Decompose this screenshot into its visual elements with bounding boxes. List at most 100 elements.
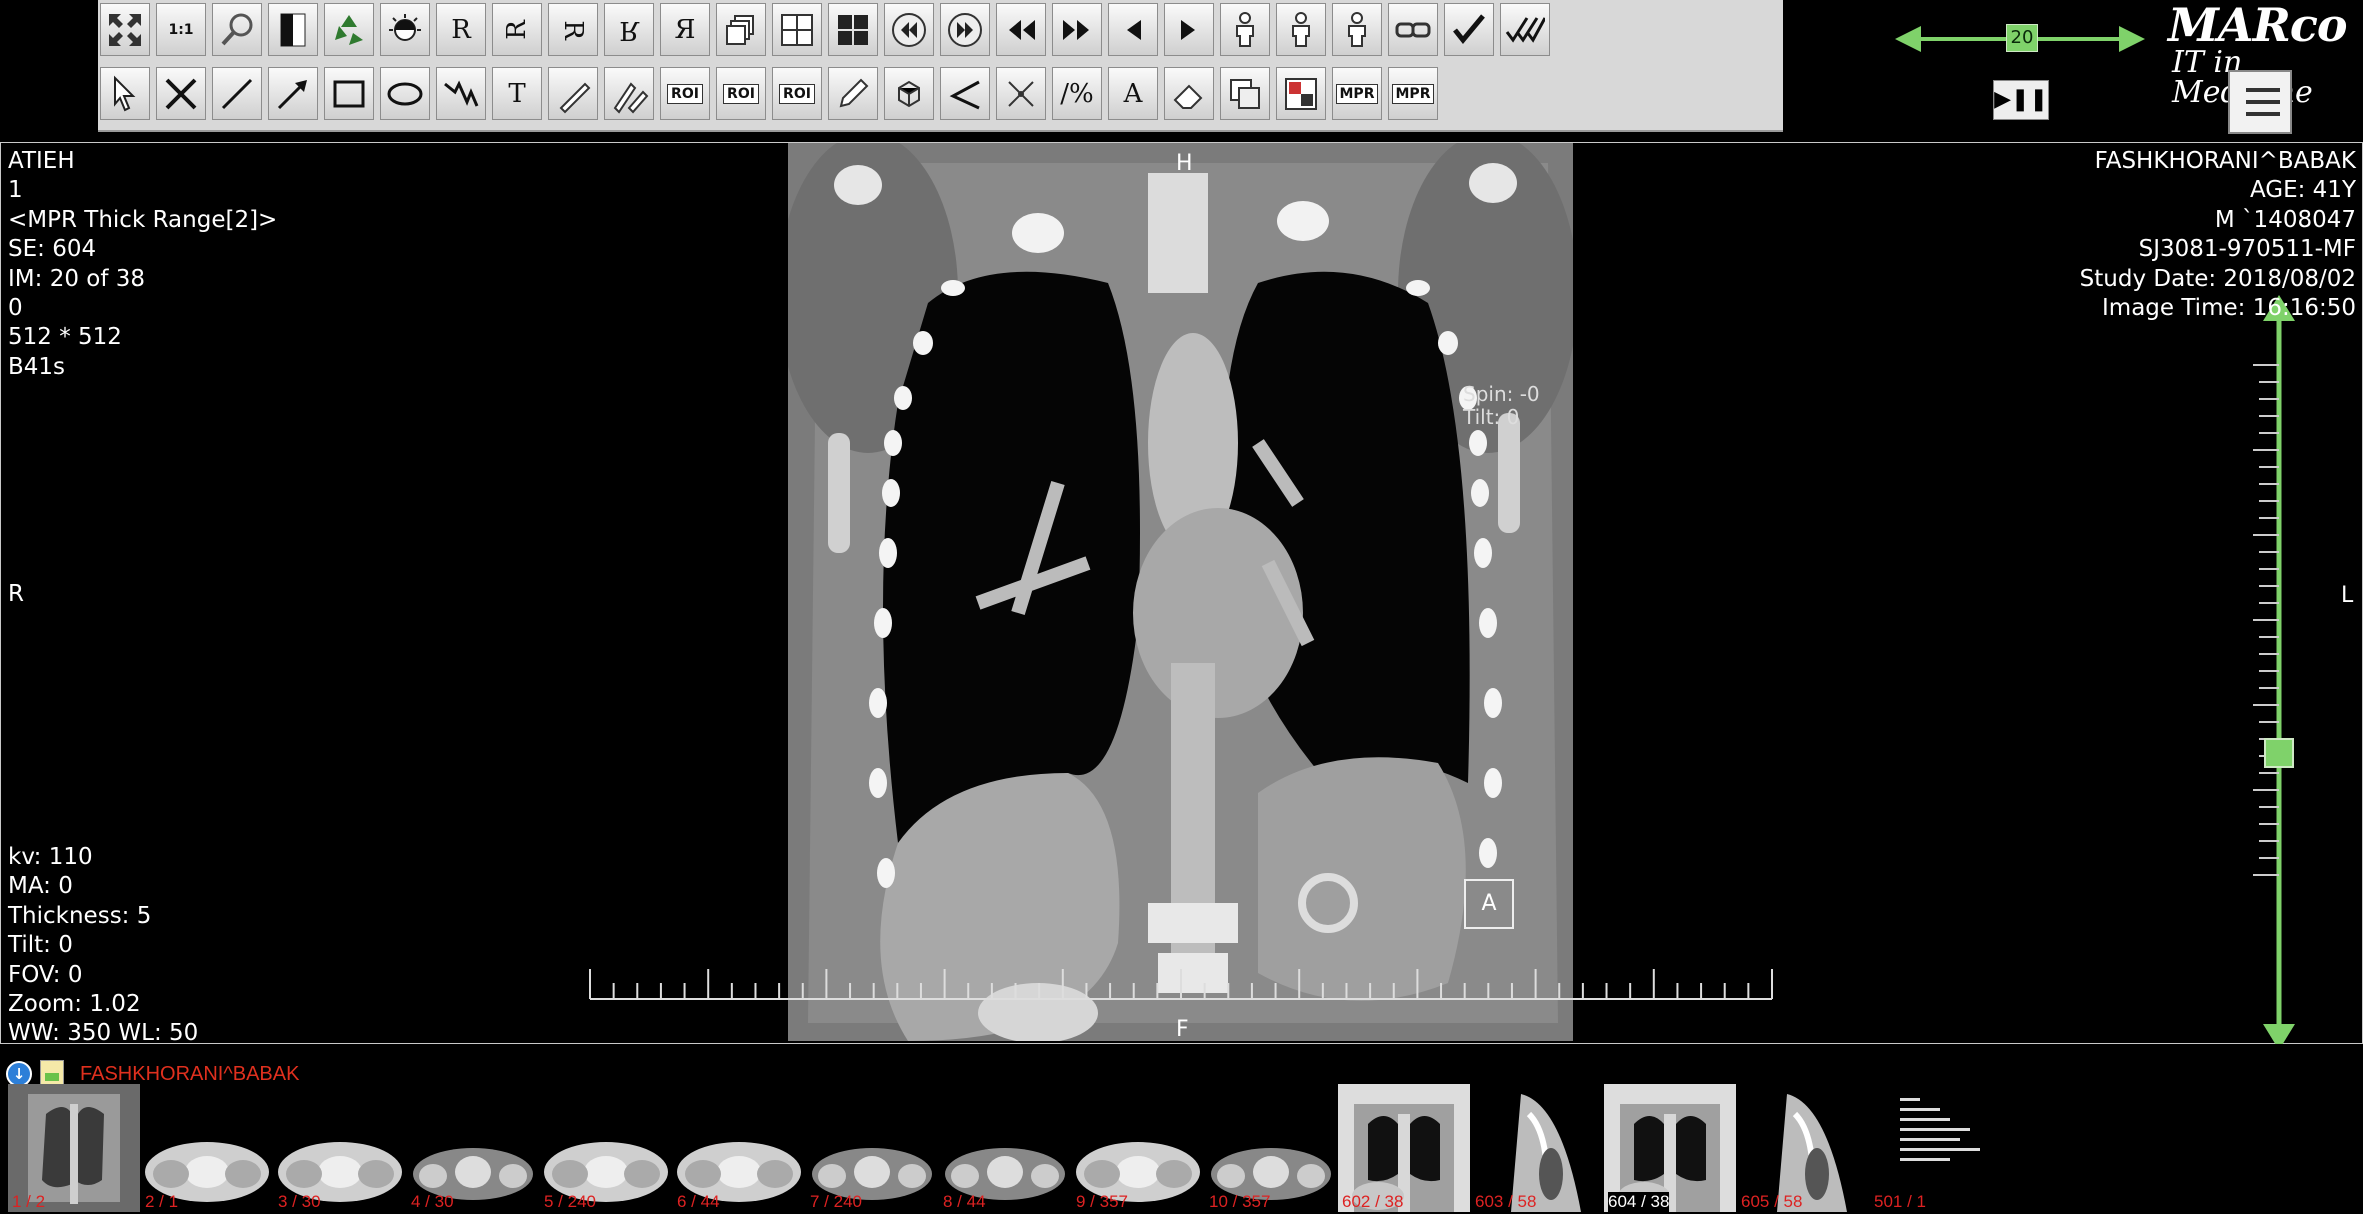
- accept-button[interactable]: [1444, 3, 1494, 56]
- cube-button[interactable]: [884, 67, 934, 120]
- overlay-line: 1: [8, 177, 23, 204]
- roi-rect-button[interactable]: ROI: [660, 67, 710, 120]
- series-thumbnail[interactable]: 7 / 240: [806, 1084, 938, 1212]
- overlay-line: MA: 0: [8, 873, 73, 900]
- rotate-r-ccw-button[interactable]: R: [548, 3, 598, 56]
- patient-side-button[interactable]: [1332, 3, 1382, 56]
- cine-rewind-button[interactable]: [884, 3, 934, 56]
- list-line: [2246, 112, 2280, 116]
- series-thumbnail[interactable]: 5 / 240: [540, 1084, 672, 1212]
- series-thumbnail[interactable]: 3 / 30: [274, 1084, 406, 1212]
- overlay-line: SJ3081-970511-MF: [2138, 236, 2356, 263]
- series-thumbnail[interactable]: 10 / 357: [1205, 1084, 1337, 1212]
- thumbnail-label: 4 / 30: [411, 1192, 454, 1211]
- slice-slider[interactable]: [2249, 295, 2309, 1050]
- stack-button[interactable]: [716, 3, 766, 56]
- series-thumbnail[interactable]: 6 / 44: [673, 1084, 805, 1212]
- zigzag-icon: [444, 79, 479, 107]
- percent-button[interactable]: /%: [1052, 67, 1102, 120]
- cube-icon: [898, 80, 920, 107]
- overlay-line: 0: [8, 295, 23, 322]
- series-thumbnail[interactable]: 604 / 38: [1604, 1084, 1736, 1212]
- rectangle-icon: [333, 80, 365, 107]
- eraser-button[interactable]: [1164, 67, 1214, 120]
- series-thumbnail[interactable]: 4 / 30: [407, 1084, 539, 1212]
- delete-button[interactable]: [156, 67, 206, 120]
- layout-2x2-button[interactable]: [772, 3, 822, 56]
- slice-navigator[interactable]: 20: [1895, 18, 2145, 60]
- line-button[interactable]: [212, 67, 262, 120]
- flip-horizontal-button[interactable]: Я: [660, 3, 710, 56]
- series-thumbnail[interactable]: 602 / 38: [1338, 1084, 1470, 1212]
- slice-right-arrow-icon[interactable]: [2119, 26, 2145, 52]
- patient-orientation-button[interactable]: [1220, 3, 1270, 56]
- angle-button[interactable]: [940, 67, 990, 120]
- compare-icon: [1285, 77, 1317, 110]
- slice-left-arrow-icon[interactable]: [1895, 26, 1921, 52]
- rotate-r-button[interactable]: R: [492, 3, 542, 56]
- layout-quad-button[interactable]: [828, 3, 878, 56]
- ruler-angle-icon: [613, 81, 649, 114]
- prev-image-button[interactable]: [1108, 3, 1158, 56]
- chain-icon: [1395, 22, 1431, 37]
- arrow-button[interactable]: [268, 67, 318, 120]
- annotation-button[interactable]: A: [1108, 67, 1158, 120]
- roi-ellipse-button[interactable]: ROI: [716, 67, 766, 120]
- invert-button[interactable]: [268, 3, 318, 56]
- overlay-line: IM: 20 of 38: [8, 265, 146, 292]
- menu-list-button[interactable]: [2228, 70, 2292, 134]
- body-icon: [1292, 11, 1310, 47]
- expand-icon: [109, 13, 141, 46]
- series-thumbnail[interactable]: 501 / 1: [1870, 1084, 2002, 1212]
- orientation-right-label: L: [2341, 583, 2354, 608]
- cine-forward-button[interactable]: [940, 3, 990, 56]
- orientation-top-label: H: [1176, 151, 1193, 176]
- copy-icon: [1230, 78, 1260, 109]
- flip-normal-button[interactable]: R: [436, 3, 486, 56]
- cross-button[interactable]: [996, 67, 1046, 120]
- fullscreen-button[interactable]: [100, 3, 150, 56]
- reset-button[interactable]: [324, 3, 374, 56]
- accept-all-button[interactable]: [1500, 3, 1550, 56]
- percent-icon: /%: [1060, 78, 1094, 109]
- freehand-button[interactable]: [436, 67, 486, 120]
- spin-tilt-line: Spin: -0: [1463, 382, 1540, 406]
- zoom-button[interactable]: [212, 3, 262, 56]
- thumbnail-label: 603 / 58: [1475, 1192, 1537, 1211]
- series-thumbnail[interactable]: 1 / 2: [8, 1084, 140, 1212]
- overlay-line: Tilt: 0: [8, 932, 73, 959]
- series-copy-button[interactable]: [1220, 67, 1270, 120]
- link-series-button[interactable]: [1388, 3, 1438, 56]
- series-thumbnail[interactable]: 2 / 1: [141, 1084, 273, 1212]
- roi-free-button[interactable]: ROI: [772, 67, 822, 120]
- ruler-button[interactable]: [548, 67, 598, 120]
- next-image-button[interactable]: [1164, 3, 1214, 56]
- pointer-button[interactable]: [100, 67, 150, 120]
- mpr-oblique-button[interactable]: MPR: [1388, 67, 1438, 120]
- thumbnail-label: 8 / 44: [943, 1192, 986, 1211]
- overlay-line: Image Time: 16:16:50: [2102, 295, 2356, 322]
- brand-name: MARco: [2168, 0, 2348, 52]
- pen-button[interactable]: [828, 67, 878, 120]
- series-thumbnail[interactable]: 603 / 58: [1471, 1084, 1603, 1212]
- angle-ruler-button[interactable]: [604, 67, 654, 120]
- window-level-button[interactable]: [380, 3, 430, 56]
- series-thumbnail[interactable]: 9 / 357: [1072, 1084, 1204, 1212]
- patient-front-button[interactable]: [1276, 3, 1326, 56]
- play-pause-button[interactable]: ▶❚❚: [1993, 80, 2049, 120]
- last-image-button[interactable]: [1052, 3, 1102, 56]
- anterior-marker[interactable]: A: [1464, 879, 1514, 929]
- rectangle-button[interactable]: [324, 67, 374, 120]
- thumbnail-label: 1 / 2: [12, 1192, 46, 1211]
- first-image-button[interactable]: [996, 3, 1046, 56]
- mpr-cross-button[interactable]: MPR: [1332, 67, 1382, 120]
- r-rotated-ccw-icon: R: [557, 19, 588, 40]
- series-thumbnail[interactable]: 8 / 44: [939, 1084, 1071, 1212]
- flip-vertical-button[interactable]: R: [604, 3, 654, 56]
- actual-size-button[interactable]: 1:1: [156, 3, 206, 56]
- image-viewport[interactable]: ATIEH 1 <MPR Thick Range[2]> SE: 604 IM: 20 …: [0, 142, 2363, 1050]
- text-button[interactable]: T: [492, 67, 542, 120]
- series-thumbnail[interactable]: 605 / 58: [1737, 1084, 1869, 1212]
- ellipse-button[interactable]: [380, 67, 430, 120]
- compare-button[interactable]: [1276, 67, 1326, 120]
